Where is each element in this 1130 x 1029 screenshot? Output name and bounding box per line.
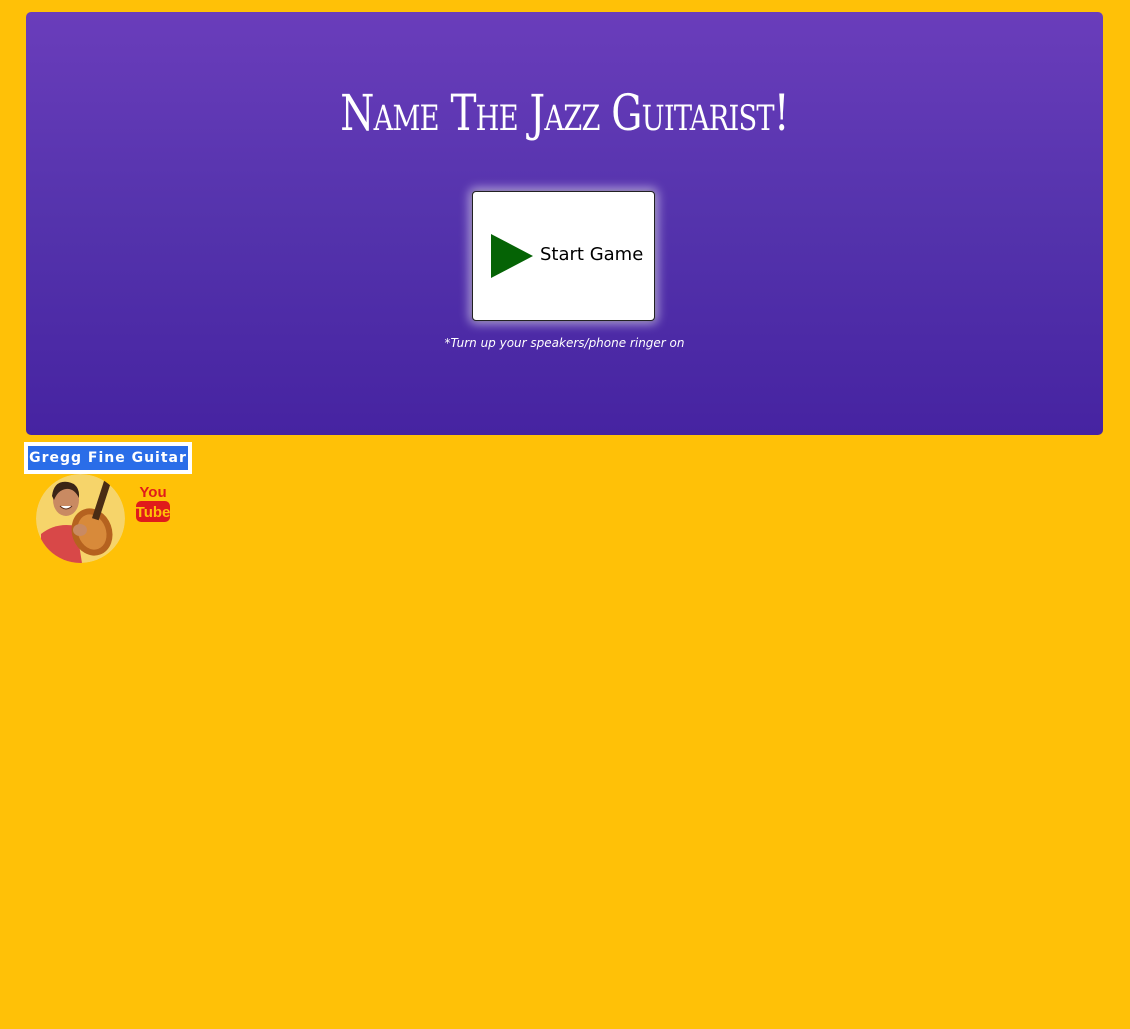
youtube-icon[interactable]: You Tube <box>135 482 171 524</box>
page-title: Name The Jazz Guitarist! <box>340 84 789 142</box>
speaker-note: *Turn up your speakers/phone ringer on <box>444 336 685 350</box>
guitarist-avatar-icon[interactable] <box>36 474 125 563</box>
start-game-label: Start Game <box>540 244 644 265</box>
youtube-text-top: You <box>139 484 166 501</box>
start-game-button[interactable]: Start Game <box>472 191 655 321</box>
brand-link-button[interactable]: Gregg Fine Guitar <box>24 442 192 474</box>
avatar-image <box>36 474 125 563</box>
play-icon <box>491 234 533 278</box>
hero-panel: Name The Jazz Guitarist! Start Game *Tur… <box>26 12 1103 435</box>
youtube-text-bottom: Tube <box>136 504 171 521</box>
